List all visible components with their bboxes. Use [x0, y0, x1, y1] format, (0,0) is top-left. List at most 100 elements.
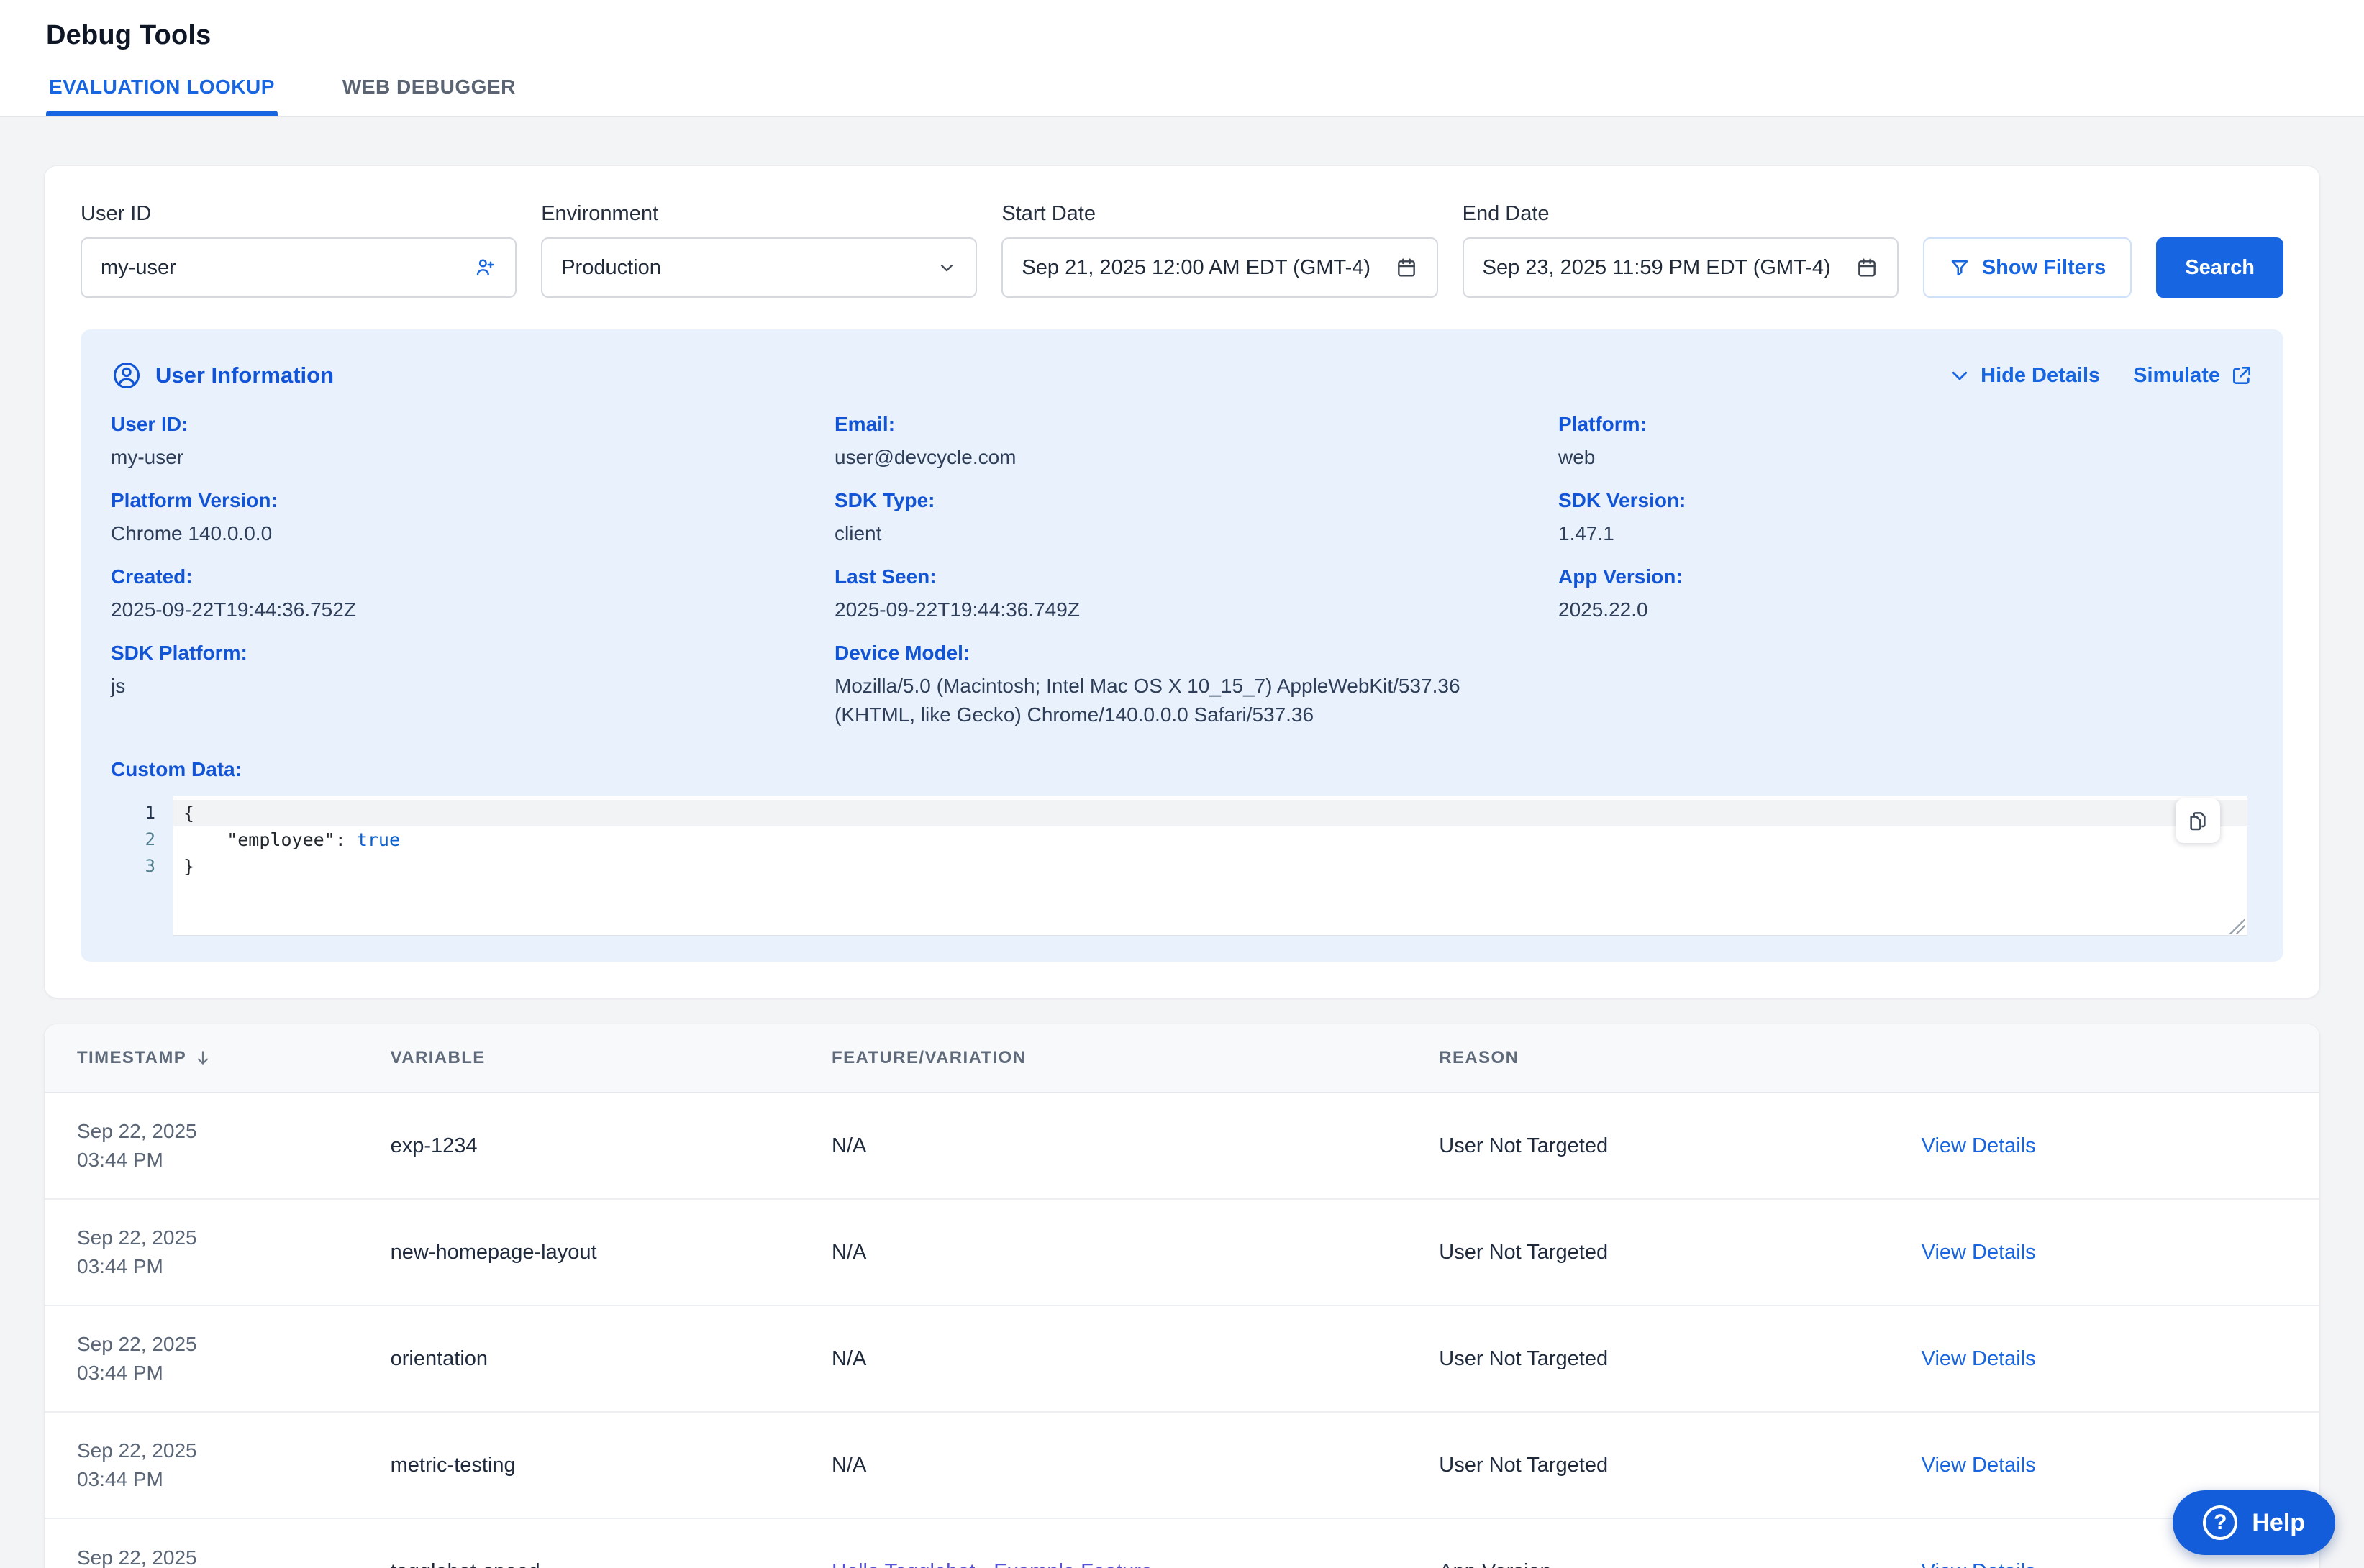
sort-desc-icon[interactable] [194, 1049, 212, 1067]
environment-select[interactable]: Production [541, 237, 977, 298]
info-field: Email:user@devcycle.com [835, 413, 1529, 472]
column-header-timestamp[interactable]: Timestamp [45, 1024, 391, 1093]
calendar-icon[interactable] [1395, 256, 1418, 279]
hide-details-button[interactable]: Hide Details [1949, 364, 2100, 388]
start-date-value: Sep 21, 2025 12:00 AM EDT (GMT-4) [1022, 256, 1394, 280]
code-line: { [173, 800, 2247, 826]
copy-button[interactable] [2176, 798, 2220, 843]
end-date-label: End Date [1463, 202, 1899, 226]
filter-funnel-icon [1949, 257, 1970, 278]
search-button[interactable]: Search [2156, 237, 2283, 298]
code-body: 1 2 3 { "employee": true } [111, 796, 2253, 936]
reason-cell: App Version [1439, 1518, 1921, 1568]
end-date-group: End Date Sep 23, 2025 11:59 PM EDT (GMT-… [1463, 202, 1899, 298]
feature-cell: N/A [832, 1412, 1439, 1518]
info-field: Platform:web [1558, 413, 2253, 472]
tab-bar: EVALUATION LOOKUP WEB DEBUGGER [46, 57, 519, 116]
reason-cell: User Not Targeted [1439, 1412, 1921, 1518]
user-id-group: User ID [81, 202, 517, 298]
evaluations-table-card: Timestamp Variable Feature/Variation Rea… [44, 1024, 2320, 1568]
user-info-grid: User ID:my-user Email:user@devcycle.com … [111, 413, 2253, 729]
question-circle-icon: ? [2203, 1505, 2237, 1540]
column-header-reason[interactable]: Reason [1439, 1024, 1921, 1093]
user-id-label: User ID [81, 202, 517, 226]
user-add-icon[interactable] [473, 256, 496, 279]
custom-data-editor[interactable]: 1 2 3 { "employee": true } [111, 796, 2253, 936]
show-filters-button[interactable]: Show Filters [1923, 237, 2132, 298]
feature-cell: N/A [832, 1093, 1439, 1199]
feature-cell: N/A [832, 1199, 1439, 1305]
environment-label: Environment [541, 202, 977, 226]
view-details-link[interactable]: View Details [1922, 1454, 2036, 1477]
table-row: Sep 22, 202503:44 PM exp-1234 N/A User N… [45, 1093, 2319, 1199]
column-header-variable[interactable]: Variable [391, 1024, 832, 1093]
info-field: SDK Version:1.47.1 [1558, 489, 2253, 548]
tab-web-debugger[interactable]: WEB DEBUGGER [340, 57, 519, 116]
info-field: SDK Platform:js [111, 642, 806, 729]
resize-handle[interactable] [2229, 919, 2245, 934]
line-number: 1 [111, 800, 173, 826]
reason-cell: User Not Targeted [1439, 1305, 1921, 1412]
variable-cell: exp-1234 [391, 1093, 832, 1199]
feature-cell: N/A [832, 1305, 1439, 1412]
timestamp-cell: Sep 22, 202503:44 PM [45, 1518, 391, 1568]
chevron-down-icon [937, 257, 957, 278]
simulate-button[interactable]: Simulate [2133, 364, 2253, 388]
table-row: Sep 22, 202503:44 PM new-homepage-layout… [45, 1199, 2319, 1305]
end-date-input[interactable]: Sep 23, 2025 11:59 PM EDT (GMT-4) [1463, 237, 1899, 298]
user-information-header: User Information Hide Details Simulate [111, 360, 2253, 391]
start-date-input[interactable]: Sep 21, 2025 12:00 AM EDT (GMT-4) [1001, 237, 1437, 298]
timestamp-cell: Sep 22, 202503:44 PM [45, 1199, 391, 1305]
table-row: Sep 22, 202503:44 PM metric-testing N/A … [45, 1412, 2319, 1518]
variable-cell: togglebot-speed [391, 1518, 832, 1568]
end-date-value: Sep 23, 2025 11:59 PM EDT (GMT-4) [1483, 256, 1855, 280]
environment-value: Production [561, 256, 937, 280]
custom-data-label: Custom Data: [111, 758, 2253, 781]
user-id-input[interactable] [101, 256, 473, 280]
external-link-icon [2230, 364, 2253, 387]
variable-cell: metric-testing [391, 1412, 832, 1518]
code-area[interactable]: { "employee": true } [173, 796, 2247, 936]
line-number: 3 [111, 853, 173, 880]
simulate-label: Simulate [2133, 364, 2220, 388]
column-header-actions [1922, 1024, 2319, 1093]
reason-cell: User Not Targeted [1439, 1199, 1921, 1305]
code-line: "employee": true [173, 826, 2247, 853]
actions-cell: View Details [1922, 1093, 2319, 1199]
user-id-input-wrap [81, 237, 517, 298]
info-field: App Version:2025.22.0 [1558, 565, 2253, 624]
chevron-down-icon [1949, 365, 1970, 386]
view-details-link[interactable]: View Details [1922, 1241, 2036, 1264]
timestamp-cell: Sep 22, 202503:44 PM [45, 1305, 391, 1412]
evaluations-table: Timestamp Variable Feature/Variation Rea… [45, 1024, 2319, 1568]
table-header-row: Timestamp Variable Feature/Variation Rea… [45, 1024, 2319, 1093]
tab-evaluation-lookup[interactable]: EVALUATION LOOKUP [46, 57, 278, 116]
timestamp-cell: Sep 22, 202503:44 PM [45, 1093, 391, 1199]
environment-group: Environment Production [541, 202, 977, 298]
variable-cell: orientation [391, 1305, 832, 1412]
reason-cell: User Not Targeted [1439, 1093, 1921, 1199]
user-information-title: User Information [155, 363, 334, 388]
line-number: 2 [111, 826, 173, 853]
actions-cell: View Details [1922, 1305, 2319, 1412]
info-field: Created:2025-09-22T19:44:36.752Z [111, 565, 806, 624]
user-information-actions: Hide Details Simulate [1949, 364, 2253, 388]
calendar-icon[interactable] [1855, 256, 1878, 279]
view-details-link[interactable]: View Details [1922, 1560, 2036, 1568]
column-header-feature[interactable]: Feature/Variation [832, 1024, 1439, 1093]
timestamp-cell: Sep 22, 202503:44 PM [45, 1412, 391, 1518]
hide-details-label: Hide Details [1981, 364, 2100, 388]
start-date-label: Start Date [1001, 202, 1437, 226]
view-details-link[interactable]: View Details [1922, 1134, 2036, 1157]
copy-icon [2186, 809, 2209, 832]
code-line: } [173, 853, 2247, 880]
table-row: Sep 22, 202503:44 PM orientation N/A Use… [45, 1305, 2319, 1412]
user-information-panel: User Information Hide Details Simulate [81, 329, 2283, 962]
info-field: Last Seen:2025-09-22T19:44:36.749Z [835, 565, 1529, 624]
help-button[interactable]: ? Help [2173, 1490, 2335, 1555]
start-date-group: Start Date Sep 21, 2025 12:00 AM EDT (GM… [1001, 202, 1437, 298]
view-details-link[interactable]: View Details [1922, 1347, 2036, 1370]
main-content: User ID Environment Production [0, 117, 2364, 1568]
info-field: Platform Version:Chrome 140.0.0.0 [111, 489, 806, 548]
info-field: Device Model:Mozilla/5.0 (Macintosh; Int… [835, 642, 1529, 729]
